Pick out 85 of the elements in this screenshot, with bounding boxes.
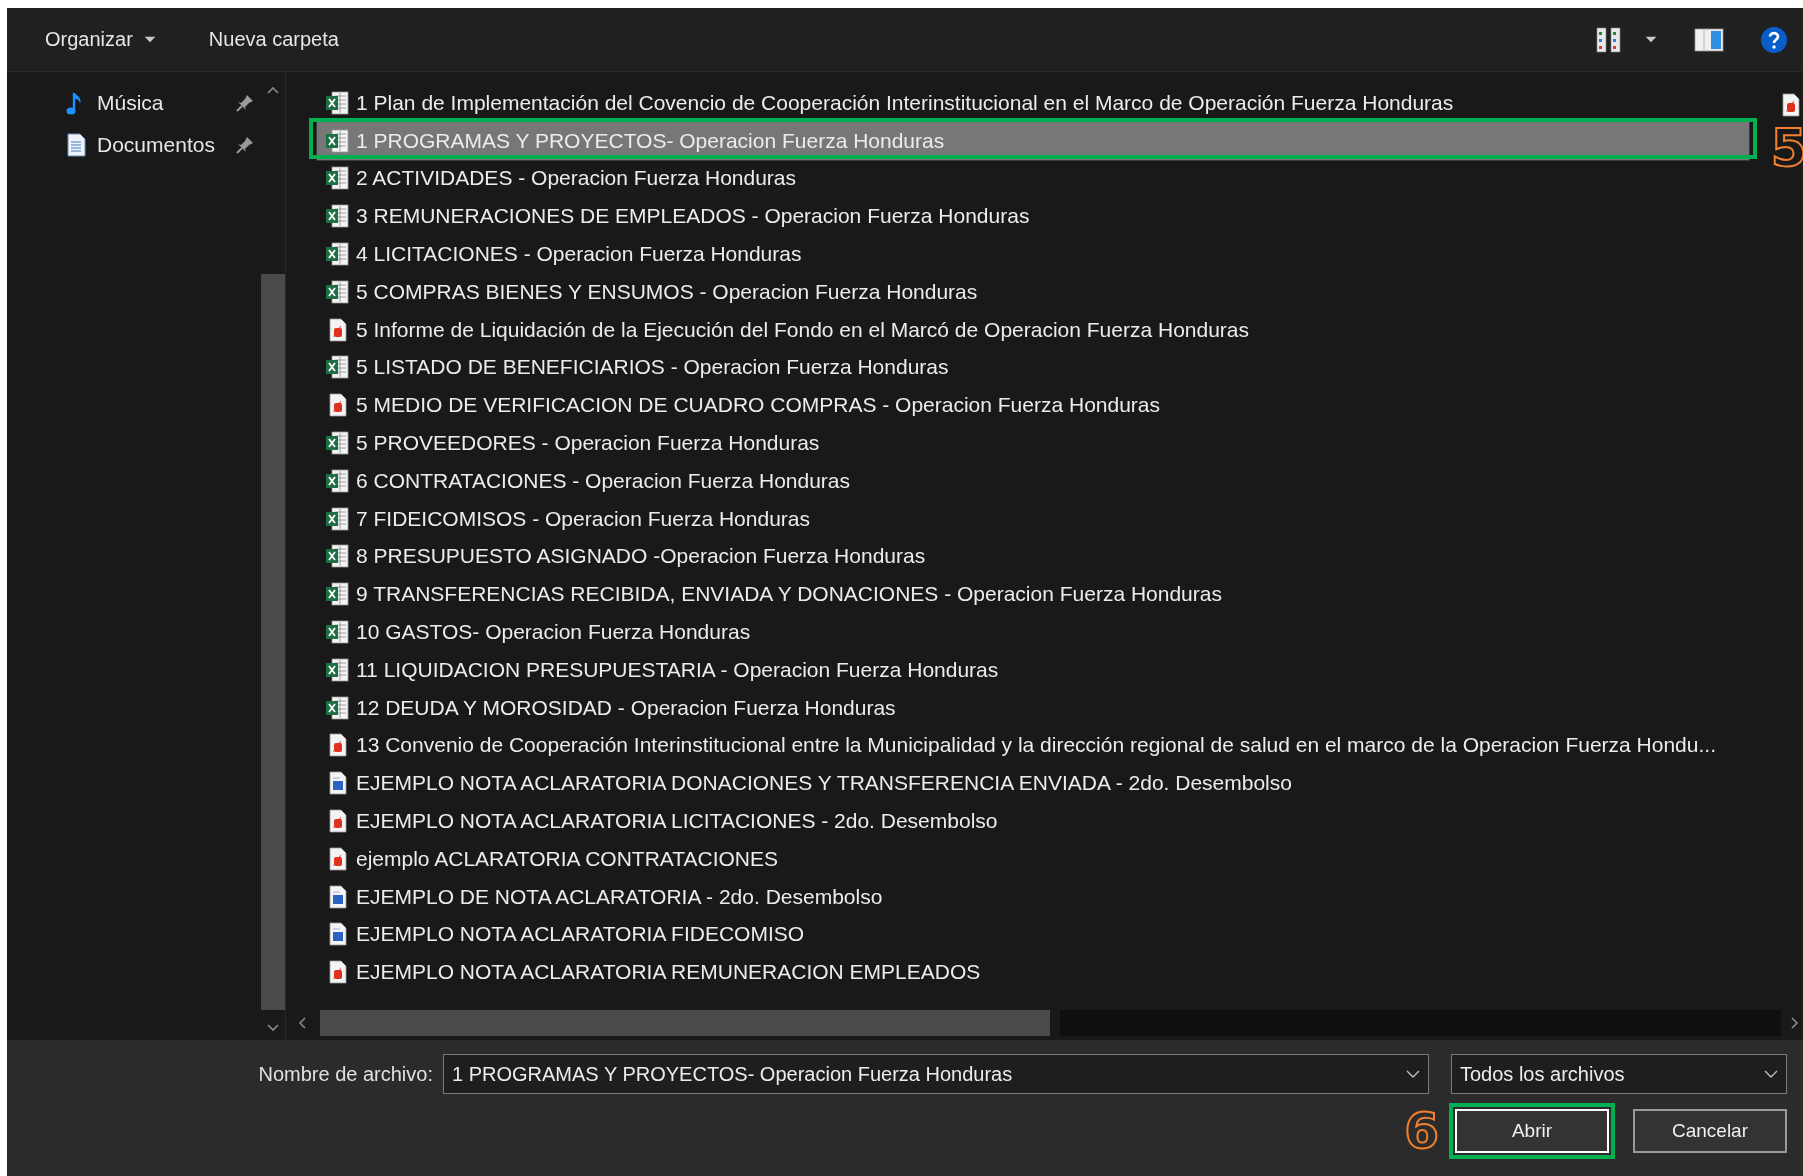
file-row[interactable]: 2 ACTIVIDADES - Operacion Fuerza Honduras <box>317 159 1749 198</box>
annotation-number: 6 <box>1404 1106 1439 1156</box>
scroll-left-icon[interactable] <box>298 1017 306 1029</box>
file-name-field[interactable]: 1 PROGRAMAS Y PROYECTOS- Operacion Fuerza Honduras <box>443 1054 1429 1094</box>
file-row[interactable]: 1 Plan de Implementación del Covencio de Cooperación Interinstitucional en el Marco de Operación Fuerza Honduras <box>317 84 1749 122</box>
view-icon <box>1596 26 1622 53</box>
file-name: 5 MEDIO DE VERIFICACION DE CUADRO COMPRAS - Operacion Fuerza Honduras <box>356 393 1161 418</box>
excel-file-icon <box>325 278 350 305</box>
file-row[interactable]: 13 Convenio de Cooperación Interinstitucional entre la Municipalidad y la dirección regional de salud en el marco de la Operacion Fuerza Hondu... <box>317 726 1749 765</box>
preview-pane-icon <box>1694 27 1724 52</box>
file-row[interactable]: EJEMPLO NOTA ACLARATORIA REMUNERACION EMPLEADOS <box>317 953 1749 992</box>
file-row[interactable]: 11 LIQUIDACION PRESUPUESTARIA - Operacion Fuerza Honduras <box>317 650 1749 689</box>
file-name: 8 PRESUPUESTO ASIGNADO -Operacion Fuerza Honduras <box>356 544 926 569</box>
excel-file-icon <box>325 89 350 116</box>
file-name: 2 ACTIVIDADES - Operacion Fuerza Honduras <box>356 166 796 191</box>
file-row[interactable]: 9 TRANSFERENCIAS RECIBIDA, ENVIADA Y DONACIONES - Operacion Fuerza Honduras <box>317 575 1749 614</box>
file-row[interactable]: 5 LISTADO DE BENEFICIARIOS - Operacion Fuerza Honduras <box>317 348 1749 387</box>
file-name: EJEMPLO NOTA ACLARATORIA FIDECOMISO <box>356 922 805 947</box>
cancel-button[interactable]: Cancelar <box>1633 1109 1787 1153</box>
file-name: ejemplo ACLARATORIA CONTRATACIONES <box>356 846 779 871</box>
file-name: 12 DEUDA Y MOROSIDAD - Operacion Fuerza Honduras <box>356 695 896 720</box>
excel-file-icon <box>325 694 350 721</box>
file-name: EJEMPLO NOTA ACLARATORIA REMUNERACION EMPLEADOS <box>356 960 981 985</box>
file-name: 7 FIDEICOMISOS - Operacion Fuerza Honduras <box>356 506 810 531</box>
file-name: EJEMPLO NOTA ACLARATORIA LICITACIONES - 2do. Desembolso <box>356 809 998 834</box>
file-name: 6 CONTRATACIONES - Operacion Fuerza Honduras <box>356 468 851 493</box>
excel-file-icon <box>325 203 350 230</box>
file-row[interactable]: 4 LICITACIONES - Operacion Fuerza Honduras <box>317 235 1749 273</box>
file-row[interactable]: 5 MEDIO DE VERIFICACION DE CUADRO COMPRAS - Operacion Fuerza Honduras <box>317 386 1749 425</box>
dropdown-icon <box>1406 1069 1420 1079</box>
file-row[interactable]: 6 CONTRATACIONES - Operacion Fuerza Honduras <box>317 461 1749 500</box>
scrollbar-thumb[interactable] <box>320 1010 1050 1036</box>
file-name: EJEMPLO NOTA ACLARATORIA DONACIONES Y TRANSFERENCIA ENVIADA - 2do. Desembolso <box>356 771 1292 796</box>
excel-file-icon <box>325 467 350 494</box>
file-name: 4 LICITACIONES - Operacion Fuerza Honduras <box>356 242 802 267</box>
file-name: 13 Convenio de Cooperación Interinstitucional entre la Municipalidad y la dirección regional de salud en el marco de la Operacion Fuerza Hondu... <box>356 733 1716 758</box>
dropdown-icon <box>1764 1069 1778 1079</box>
scroll-right-icon[interactable] <box>1791 1017 1799 1029</box>
excel-file-icon <box>325 505 350 532</box>
file-row[interactable]: 7 FIDEICOMISOS - Operacion Fuerza Honduras <box>317 499 1749 538</box>
file-name: 5 LISTADO DE BENEFICIARIOS - Operacion Fuerza Honduras <box>356 355 949 380</box>
file-row[interactable]: EJEMPLO NOTA ACLARATORIA LICITACIONES - 2do. Desembolso <box>317 802 1749 840</box>
file-row[interactable]: 12 DEUDA Y MOROSIDAD - Operacion Fuerza Honduras <box>317 688 1749 727</box>
organize-menu[interactable]: Organizar <box>31 22 171 57</box>
new-folder-button[interactable]: Nueva carpeta <box>194 22 353 57</box>
excel-file-icon <box>325 165 350 192</box>
scroll-down-icon[interactable] <box>267 1024 279 1032</box>
file-row[interactable]: 5 Informe de Liquidación de la Ejecución del Fondo en el Marcó de Operacion Fuerza Honduras <box>317 310 1749 349</box>
file-name: 5 PROVEEDORES - Operacion Fuerza Honduras <box>356 431 820 456</box>
file-row[interactable]: 5 PROVEEDORES - Operacion Fuerza Honduras <box>317 424 1749 462</box>
file-name-label: Nombre de archivo: <box>258 1062 433 1086</box>
file-name: 1 Plan de Implementación del Covencio de Cooperación Interinstitucional en el Marco de Operación Fuerza Honduras <box>356 90 1454 115</box>
file-name: EJEMPLO DE NOTA ACLARATORIA - 2do. Desembolso <box>356 884 883 909</box>
nav-item[interactable]: Música <box>7 82 261 124</box>
file-row[interactable]: EJEMPLO NOTA ACLARATORIA FIDECOMISO <box>317 915 1749 954</box>
file-name: 10 GASTOS- Operacion Fuerza Honduras <box>356 620 751 645</box>
excel-file-icon <box>325 127 350 154</box>
nav-item[interactable]: Documentos <box>7 124 261 166</box>
file-row[interactable]: 3 REMUNERACIONES DE EMPLEADOS - Operacion Fuerza Honduras <box>317 197 1749 236</box>
file-name: 5 Informe de Liquidación de la Ejecución del Fondo en el Marcó de Operacion Fuerza Honduras <box>356 317 1250 342</box>
file-type-dropdown[interactable]: Todos los archivos <box>1451 1054 1787 1094</box>
file-name: 9 TRANSFERENCIAS RECIBIDA, ENVIADA Y DONACIONES - Operacion Fuerza Honduras <box>356 582 1222 607</box>
document-icon <box>65 132 87 158</box>
file-row[interactable]: EJEMPLO DE NOTA ACLARATORIA - 2do. Desembolso <box>317 877 1749 916</box>
excel-file-icon <box>325 430 350 457</box>
file-row[interactable]: EJEMPLO NOTA ACLARATORIA DONACIONES Y TRANSFERENCIA ENVIADA - 2do. Desembolso <box>317 764 1749 803</box>
excel-file-icon <box>325 354 350 381</box>
file-row[interactable]: 5 COMPRAS BIENES Y ENSUMOS - Operacion Fuerza Honduras <box>317 273 1749 311</box>
file-name: 5 COMPRAS BIENES Y ENSUMOS - Operacion Fuerza Honduras <box>356 279 978 304</box>
excel-file-icon <box>325 656 350 683</box>
file-row[interactable]: ejemplo ACLARATORIA CONTRATACIONES <box>317 839 1749 878</box>
file-name: 1 PROGRAMAS Y PROYECTOS- Operacion Fuerza Honduras <box>356 128 945 153</box>
file-row[interactable]: 10 GASTOS- Operacion Fuerza Honduras <box>317 613 1749 651</box>
excel-file-icon <box>325 581 350 608</box>
file-row[interactable]: 8 PRESUPUESTO ASIGNADO -Operacion Fuerza Honduras <box>317 537 1749 576</box>
scroll-up-icon[interactable] <box>267 86 279 94</box>
excel-file-icon <box>325 619 350 646</box>
scrollbar-thumb[interactable] <box>261 274 285 1010</box>
excel-file-icon <box>325 543 350 570</box>
caret-icon <box>142 35 157 44</box>
file-name: 3 REMUNERACIONES DE EMPLEADOS - Operacion Fuerza Honduras <box>356 204 1030 229</box>
excel-file-icon <box>325 241 350 268</box>
caret-icon <box>1644 35 1658 44</box>
file-name: 11 LIQUIDACION PRESUPUESTARIA - Operacion Fuerza Honduras <box>356 657 999 682</box>
help-icon <box>1760 25 1788 54</box>
